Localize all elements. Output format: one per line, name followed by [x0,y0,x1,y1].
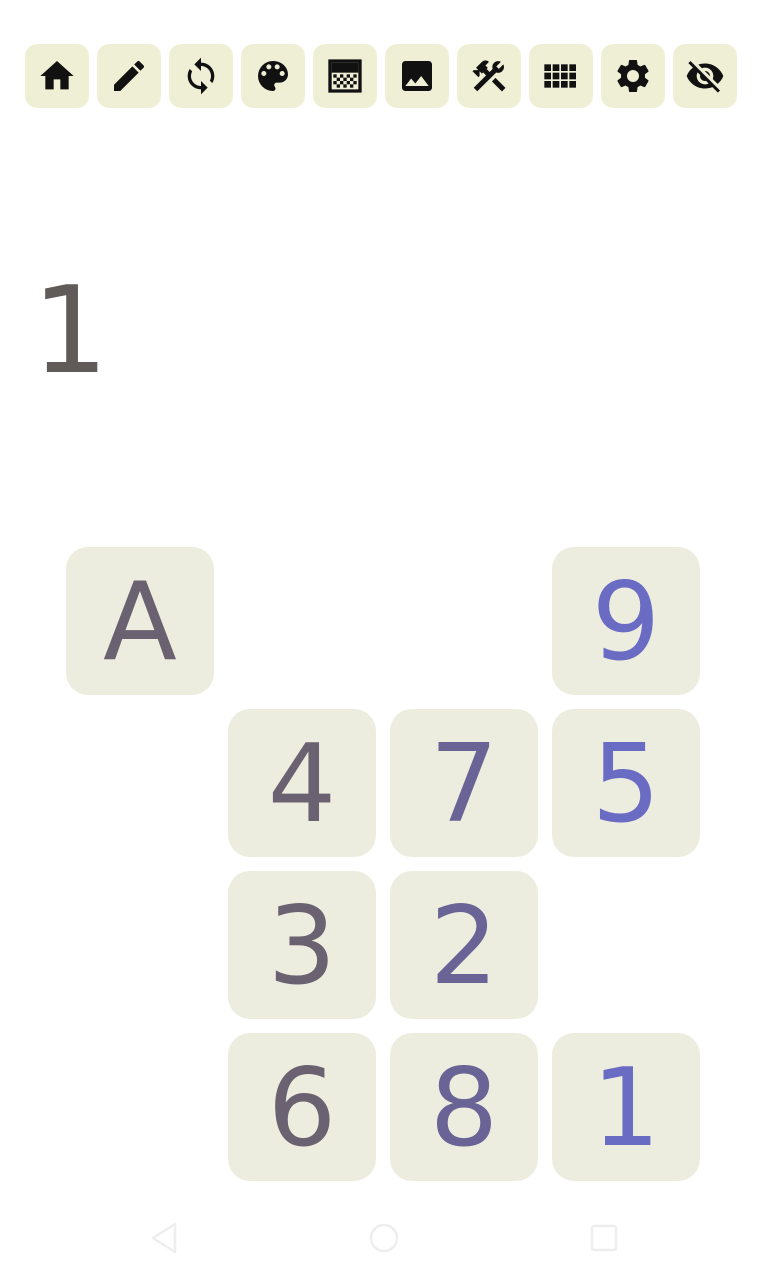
home-nav-button[interactable] [359,1213,409,1263]
tile-label: 7 [429,722,499,847]
tile-label: 8 [429,1046,499,1171]
tile-5[interactable]: 5 [552,709,700,857]
back-button[interactable] [138,1213,188,1263]
tile-4[interactable]: 4 [228,709,376,857]
settings-button[interactable] [601,44,665,108]
palette-button[interactable] [241,44,305,108]
image-button[interactable] [385,44,449,108]
palette-icon [258,61,288,91]
grid-icon [544,64,576,88]
tile-7[interactable]: 7 [390,709,538,857]
tile-label: A [103,560,177,685]
tile-label: 1 [591,1046,661,1171]
tile-2[interactable]: 2 [390,871,538,1019]
image-icon [402,61,432,91]
tile-1[interactable]: 1 [552,1033,700,1181]
app-screen: 1 A 9 4 7 5 3 2 6 8 1 [0,0,768,1280]
refresh-button[interactable] [169,44,233,108]
home-circle-icon [369,1223,399,1253]
back-icon [151,1222,177,1254]
tile-label: 3 [267,884,337,1009]
tile-label: 9 [591,560,661,685]
visibility-button[interactable] [673,44,737,108]
tile-8[interactable]: 8 [390,1033,538,1181]
home-icon [40,61,74,90]
gradient-button[interactable] [313,44,377,108]
tile-9[interactable]: 9 [552,547,700,695]
tile-label: 6 [267,1046,337,1171]
gradient-icon [328,59,362,93]
current-value-display: 1 [32,262,109,401]
tile-3[interactable]: 3 [228,871,376,1019]
tile-a[interactable]: A [66,547,214,695]
refresh-icon [187,57,215,95]
tile-label: 5 [591,722,661,847]
home-button[interactable] [25,44,89,108]
tile-label: 2 [429,884,499,1009]
tile-6[interactable]: 6 [228,1033,376,1181]
edit-button[interactable] [97,44,161,108]
system-navigation-bar [0,1205,768,1280]
tile-label: 4 [267,722,337,847]
pencil-icon [114,60,145,91]
toolbar [25,44,737,108]
recents-icon [590,1224,618,1252]
grid-button[interactable] [529,44,593,108]
recents-button[interactable] [579,1213,629,1263]
tools-button[interactable] [457,44,521,108]
gear-icon [617,59,649,92]
tools-icon [472,60,506,92]
eye-off-icon [686,61,724,93]
